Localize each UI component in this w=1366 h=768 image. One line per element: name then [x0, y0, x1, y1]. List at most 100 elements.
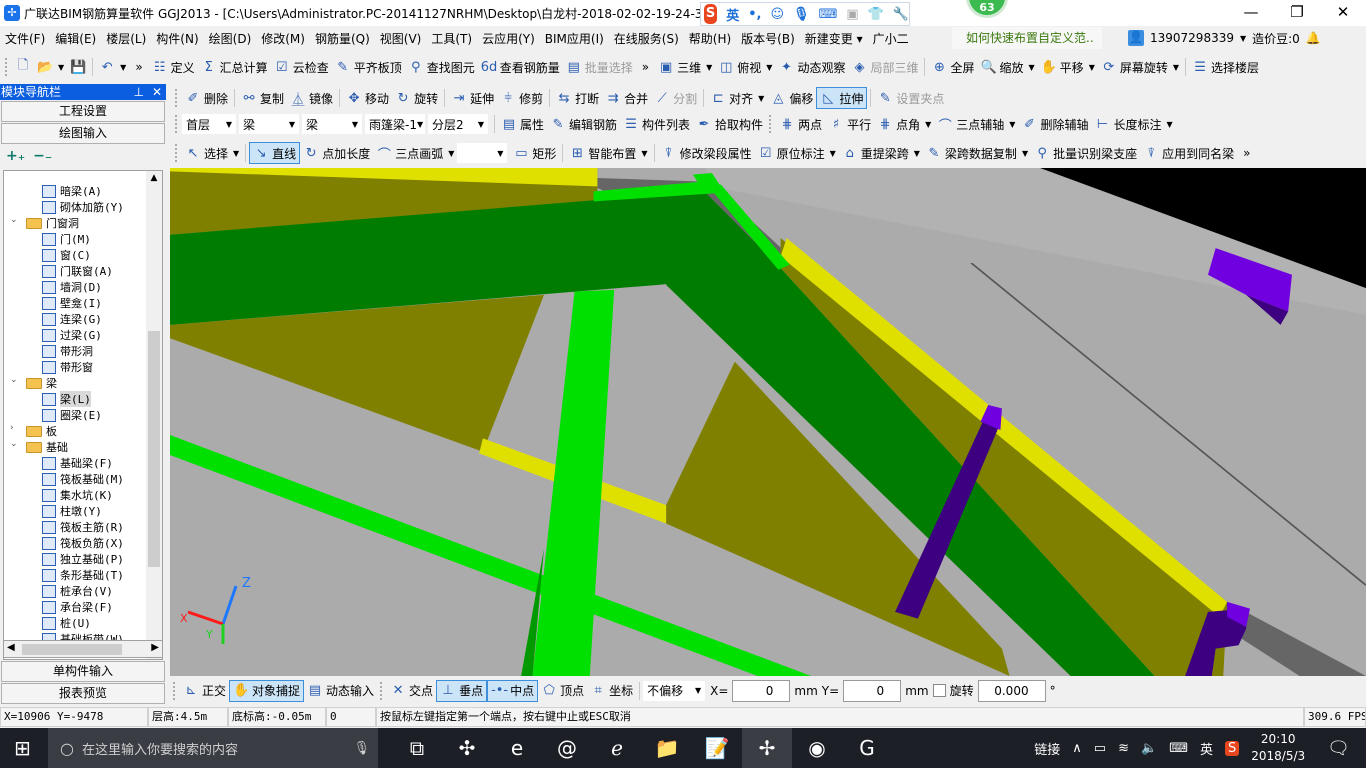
component-list-button[interactable]: ☰ 构件列表	[620, 113, 693, 135]
x-input[interactable]: 0	[732, 679, 791, 702]
windows-start-icon[interactable]: ⊞	[14, 736, 31, 760]
tree-item[interactable]: 桩(U)	[42, 615, 91, 631]
orbit-button[interactable]: ✦ 动态观察	[775, 56, 848, 78]
batch-support-button[interactable]: ⚲ 批量识别梁支座	[1031, 142, 1140, 164]
menu-item[interactable]: 钢筋量(Q)	[310, 30, 375, 47]
tree-item[interactable]: 带形洞	[42, 343, 93, 359]
chevron-down-icon[interactable]: ▼	[641, 149, 647, 158]
tree-item[interactable]: 暗梁(A)	[42, 183, 102, 199]
tree-item[interactable]: 砌体加筋(Y)	[42, 199, 124, 215]
merge-button[interactable]: ⇉ 合并	[602, 87, 651, 109]
type-select[interactable]: 梁 ▼	[302, 114, 362, 134]
toolbar-overflow-icon[interactable]: »	[642, 60, 649, 74]
tree-item[interactable]: 过梁(G)	[42, 327, 102, 343]
chevron-down-icon[interactable]: ⌄	[10, 375, 18, 385]
offset-button[interactable]: ◬ 偏移	[767, 87, 816, 109]
sigma-button[interactable]: Σ 汇总计算	[198, 56, 271, 78]
smart-layout-button[interactable]: ⊞ 智能布置 ▼	[566, 142, 650, 164]
expand-all-icon[interactable]: +₊	[6, 148, 25, 164]
model-view[interactable]	[170, 168, 1366, 676]
ime-lang-toggle[interactable]: 英	[726, 5, 739, 24]
g-app-icon[interactable]: G	[842, 728, 892, 768]
parallel-axis-button[interactable]: ♯ 平行	[825, 113, 874, 135]
tree-item[interactable]: 壁龛(I)	[42, 295, 102, 311]
green-browser-icon[interactable]: ◉	[792, 728, 842, 768]
batch-select-button[interactable]: ▤ 批量选择	[563, 56, 636, 78]
select-button[interactable]: ↖ 选择 ▼	[182, 142, 242, 164]
re-extract-span-button[interactable]: ⌂ 重提梁跨 ▼	[839, 142, 923, 164]
tree-folder[interactable]: 梁	[26, 375, 57, 391]
scroll-right-icon[interactable]: ▶	[151, 642, 159, 653]
file-explorer-icon[interactable]: 📁	[642, 728, 692, 768]
floor-select[interactable]: 首层 ▼	[182, 114, 236, 134]
stretch-button[interactable]: ◺ 拉伸	[816, 87, 868, 109]
menu-item[interactable]: 工具(T)	[426, 30, 477, 47]
component-select[interactable]: 雨篷梁-1 ▼	[365, 114, 425, 134]
tree-item[interactable]: 集水坑(K)	[42, 487, 113, 503]
mic-icon[interactable]: 🎙	[353, 741, 370, 756]
edge-icon[interactable]: e	[492, 728, 542, 768]
length-dimension-button[interactable]: ⊢ 长度标注 ▼	[1091, 113, 1175, 135]
ortho-button[interactable]: ⊾ 正交	[180, 680, 229, 702]
perpendicular-button[interactable]: ⊥ 垂点	[436, 679, 488, 702]
chevron-down-icon[interactable]: ▼	[914, 149, 920, 158]
tree-vertical-scrollbar[interactable]: ▲ ▼	[146, 171, 162, 659]
three-point-axis-button[interactable]: ⌒ 三点辅轴 ▼	[934, 113, 1018, 135]
menu-item[interactable]: 版本号(B)	[736, 30, 800, 47]
menu-item[interactable]: 在线服务(S)	[609, 30, 684, 47]
save-button[interactable]: 💾	[67, 56, 89, 78]
chevron-down-icon[interactable]: ▼	[1022, 149, 1028, 158]
tree-item[interactable]: 柱墩(Y)	[42, 503, 102, 519]
split-button[interactable]: ⟋ 分割	[651, 87, 700, 109]
modify-span-button[interactable]: ⍒ 修改梁段属性	[658, 142, 755, 164]
scroll-thumb[interactable]	[148, 331, 160, 567]
tree-item[interactable]: 筏板负筋(X)	[42, 535, 124, 551]
collapse-all-icon[interactable]: −₋	[33, 148, 52, 164]
trim-button[interactable]: ⫩ 修剪	[497, 87, 546, 109]
menu-item[interactable]: 视图(V)	[375, 30, 427, 47]
toolbar-grip[interactable]	[769, 115, 773, 133]
user-phone[interactable]: 13907298339	[1150, 31, 1234, 45]
menu-item[interactable]: 构件(N)	[151, 30, 203, 47]
project-settings-button[interactable]: 工程设置	[1, 101, 165, 122]
chevron-down-icon[interactable]: ⌄	[10, 215, 18, 225]
arc-button[interactable]: ⌒ 三点画弧 ▼	[373, 142, 457, 164]
break-button[interactable]: ⇆ 打断	[553, 87, 602, 109]
vertex-button[interactable]: ⬠ 顶点	[538, 680, 587, 702]
toolbar-grip[interactable]	[175, 144, 179, 162]
keyboard-icon[interactable]: ⌨	[1169, 741, 1188, 756]
menu-item[interactable]: 广小二	[868, 30, 914, 47]
y-input[interactable]: 0	[843, 679, 902, 702]
span-copy-button[interactable]: ✎ 梁跨数据复制 ▼	[923, 142, 1031, 164]
extend-button[interactable]: ⇥ 延伸	[448, 87, 497, 109]
close-button[interactable]: ✕	[1320, 0, 1366, 26]
rebar-view-button[interactable]: 6d 查看钢筋量	[478, 56, 563, 78]
clock[interactable]: 20:10 2018/5/3	[1251, 731, 1305, 765]
tree-item[interactable]: 连梁(G)	[42, 311, 102, 327]
line-button[interactable]: ↘ 直线	[249, 142, 301, 164]
fullscreen-button[interactable]: ⊕ 全屏	[928, 56, 977, 78]
ie-icon[interactable]: ℯ	[592, 728, 642, 768]
chevron-down-icon[interactable]: ▼	[1009, 120, 1015, 129]
menu-item[interactable]: 新建变更 ▾	[800, 30, 868, 47]
define-button[interactable]: ☷ 定义	[149, 56, 198, 78]
tree-item[interactable]: 承台梁(F)	[42, 599, 113, 615]
volume-icon[interactable]: 🔈	[1141, 741, 1157, 756]
report-preview-button[interactable]: 报表预览	[1, 683, 165, 704]
align-slab-button[interactable]: ✎ 平齐板顶	[332, 56, 405, 78]
tree-horizontal-scrollbar[interactable]: ◀ ▶	[3, 640, 163, 658]
rectangle-button[interactable]: ▭ 矩形	[510, 142, 559, 164]
scroll-left-icon[interactable]: ◀	[7, 642, 15, 653]
single-component-input-button[interactable]: 单构件输入	[1, 661, 165, 682]
chevron-down-icon[interactable]: ▼	[830, 149, 836, 158]
chevron-down-icon[interactable]: ▼	[1089, 63, 1095, 72]
tree-item[interactable]: 门联窗(A)	[42, 263, 113, 279]
pin-icon[interactable]: ⊥	[133, 85, 143, 99]
toolbar-grip[interactable]	[5, 58, 9, 76]
chevron-down-icon[interactable]: ▼	[706, 63, 712, 72]
toolbar-overflow-icon[interactable]: »	[135, 60, 142, 74]
tree-item[interactable]: 桩承台(V)	[42, 583, 113, 599]
grip-point-button[interactable]: ✎ 设置夹点	[874, 87, 947, 109]
rotate-checkbox[interactable]	[932, 684, 946, 697]
spiral-app-icon[interactable]: @	[542, 728, 592, 768]
